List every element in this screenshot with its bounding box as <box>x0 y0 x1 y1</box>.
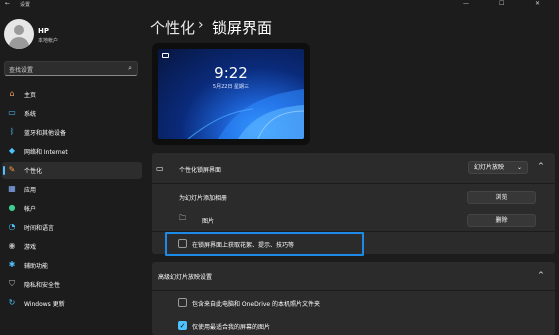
sidebar-item-label: 应用 <box>24 187 37 194</box>
add-album-label: 为幻灯片添加相册 <box>179 195 228 202</box>
preview-screen: 9:22 5月22日 星期三 <box>158 49 304 139</box>
search-input[interactable]: 查找设置 ⌕ <box>4 61 138 76</box>
onedrive-checkbox[interactable] <box>178 298 187 307</box>
account-type: 本地帐户 <box>38 38 59 44</box>
sidebar-item-7[interactable]: ◔ 时间和语言 <box>2 219 142 236</box>
lockscreen-preview: 9:22 5月22日 星期三 <box>152 43 310 145</box>
gamepad-icon: ◉ <box>8 241 16 250</box>
notification-icon <box>162 53 169 58</box>
globe-clock-icon: ◔ <box>8 222 16 231</box>
page-title: 锁屏界面 <box>212 19 273 37</box>
breadcrumb-parent[interactable]: 个性化 <box>150 17 195 38</box>
sidebar-item-1[interactable]: ▭ 系统 <box>2 105 142 122</box>
sidebar-item-label: 游戏 <box>24 244 37 251</box>
preview-date: 5月22日 星期三 <box>212 84 250 90</box>
avatar-head <box>14 25 24 35</box>
home-icon: ⌂ <box>9 89 15 98</box>
chevron-up-icon[interactable]: ^ <box>538 271 544 279</box>
chevron-down-icon: ⌄ <box>516 164 522 171</box>
wallpaper-bloom-icon <box>187 89 304 139</box>
wifi-icon: ◆ <box>8 146 16 155</box>
avatar[interactable] <box>4 19 34 49</box>
browse-button[interactable]: 浏览 <box>467 191 536 204</box>
sidebar-item-label: 隐私和安全性 <box>24 282 61 289</box>
sidebar-item-5[interactable]: ▦ 应用 <box>2 181 142 198</box>
sidebar-item-label: 系统 <box>24 111 37 118</box>
folder-label: 图片 <box>202 218 215 225</box>
active-indicator <box>3 166 5 175</box>
sidebar-item-label: 个性化 <box>24 168 43 175</box>
dropdown-value: 幻灯片放映 <box>474 164 505 171</box>
title-bar: ← 设置 — ☐ ✕ <box>0 0 559 11</box>
slideshow-dropdown[interactable]: 幻灯片放映 ⌄ <box>468 161 528 174</box>
divider <box>152 183 555 184</box>
shield-icon: ⛉ <box>9 279 15 288</box>
personalize-label: 个性化锁屏界面 <box>179 167 222 174</box>
maximize-icon[interactable]: ☐ <box>499 0 504 7</box>
minimize-icon[interactable]: — <box>463 0 469 7</box>
apps-icon: ▦ <box>8 184 16 193</box>
search-icon: ⌕ <box>128 64 132 72</box>
chevron-up-icon[interactable]: ^ <box>538 162 544 170</box>
sidebar-item-9[interactable]: ✱ 辅助功能 <box>2 257 142 274</box>
sidebar-item-label: 网络和 Internet <box>24 149 68 156</box>
preview-time: 9:22 <box>214 64 248 82</box>
monitor-icon: ▭ <box>8 108 16 117</box>
sidebar-item-label: 时间和语言 <box>24 225 55 232</box>
breadcrumb-separator: › <box>198 17 204 33</box>
sidebar-item-label: 蓝牙和其他设备 <box>24 130 67 137</box>
person-icon: ● <box>8 203 16 212</box>
close-icon[interactable]: ✕ <box>535 0 540 7</box>
app-title: 设置 <box>20 2 31 8</box>
advanced-card: 高级幻灯片放映设置 ^ 包含来自此电脑和 OneDrive 的本机照片文件夹 ✓… <box>152 262 555 335</box>
sidebar-item-8[interactable]: ◉ 游戏 <box>2 238 142 255</box>
advanced-label: 高级幻灯片放映设置 <box>158 274 213 281</box>
sidebar-item-label: Windows 更新 <box>24 301 65 308</box>
user-name: HP <box>38 27 49 35</box>
search-placeholder: 查找设置 <box>9 67 34 74</box>
sidebar-item-label: 主页 <box>24 92 37 99</box>
sidebar-item-2[interactable]: ᛒ 蓝牙和其他设备 <box>2 124 142 141</box>
sidebar-item-label: 辅助功能 <box>24 263 49 270</box>
update-icon: ↻ <box>8 298 16 307</box>
remove-button[interactable]: 删除 <box>467 214 536 227</box>
fit-screen-label: 仅使用最适合我的屏幕的图片 <box>192 324 271 331</box>
back-icon[interactable]: ← <box>5 0 10 7</box>
sidebar-item-11[interactable]: ↻ Windows 更新 <box>2 295 142 312</box>
fit-screen-checkbox[interactable]: ✓ <box>178 321 187 330</box>
avatar-body <box>9 37 29 49</box>
accessibility-icon: ✱ <box>8 260 16 269</box>
highlight-box <box>165 232 364 256</box>
sidebar-item-3[interactable]: ◆ 网络和 Internet <box>2 143 142 160</box>
bluetooth-icon: ᛒ <box>9 127 15 136</box>
lockscreen-icon: ▭ <box>156 164 164 173</box>
sidebar-item-10[interactable]: ⛉ 隐私和安全性 <box>2 276 142 293</box>
onedrive-label: 包含来自此电脑和 OneDrive 的本机照片文件夹 <box>192 301 321 308</box>
divider <box>152 290 555 291</box>
folder-icon: 🗀 <box>179 214 186 222</box>
sidebar-item-0[interactable]: ⌂ 主页 <box>2 86 142 103</box>
sidebar-item-4[interactable]: ✎ 个性化 <box>2 162 142 179</box>
sidebar-item-label: 帐户 <box>24 206 37 213</box>
sidebar-item-6[interactable]: ● 帐户 <box>2 200 142 217</box>
pen-icon: ✎ <box>8 165 16 174</box>
